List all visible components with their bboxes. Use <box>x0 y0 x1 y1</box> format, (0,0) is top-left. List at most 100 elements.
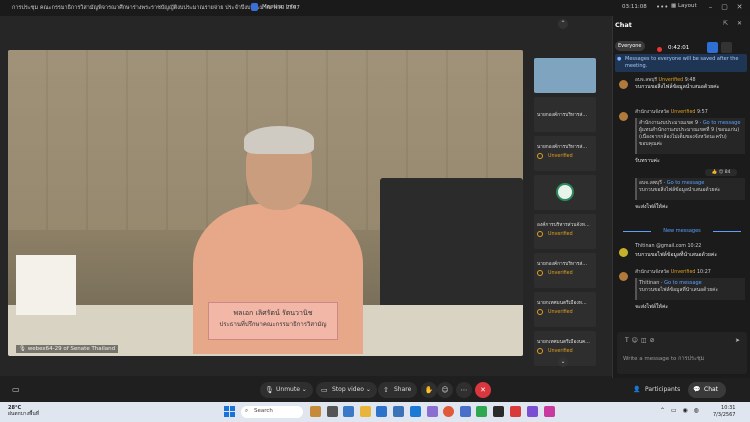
taskbar-search[interactable]: ⌕ Search <box>241 406 303 418</box>
more-options-icon[interactable]: ⋯ <box>456 382 472 398</box>
reaction-bar[interactable]: 👍 😊 84 <box>705 169 737 176</box>
folder-icon[interactable] <box>360 406 371 417</box>
unverified-icon <box>537 309 543 315</box>
camera-icon: ▭ <box>321 386 328 394</box>
stop-video-label: Stop video <box>332 386 364 393</box>
close-icon[interactable]: ✕ <box>734 2 745 13</box>
share-icon: ⇧ <box>383 386 389 394</box>
dots-icon[interactable]: ••• <box>656 2 668 13</box>
everyone-badge[interactable]: Everyone <box>615 41 645 51</box>
tile-participant-2[interactable]: นายกองค์การบริหารส่… Unverified <box>534 136 596 171</box>
minimize-icon[interactable]: – <box>705 2 716 13</box>
go-to-message-link[interactable]: Go to message <box>664 280 702 286</box>
app-icon[interactable] <box>343 406 354 417</box>
recording-time: 0:42:01 <box>668 45 690 51</box>
chrome-icon[interactable] <box>443 406 454 417</box>
meeting-controls: ▭ 🎙 Unmute ⌄ ▭ Stop video ⌄ ⇧ Share ✋ ☺ ⋯ ✕… <box>0 378 750 402</box>
end-call-icon[interactable]: ✕ <box>475 382 491 398</box>
avatar <box>619 248 628 257</box>
new-messages-divider: New messages <box>623 228 741 234</box>
tile-status: Unverified <box>548 271 573 276</box>
scroll-down-icon[interactable]: ⌄ <box>558 357 568 367</box>
video-stage: พลเอก เลิศรัตน์ รัตนวานิช ประธานที่ปรึกษ… <box>0 16 612 376</box>
sender-status: Unverified <box>670 110 696 115</box>
unmute-button[interactable]: 🎙 Unmute ⌄ <box>260 382 313 398</box>
scroll-up-icon[interactable]: ⌃ <box>558 19 568 29</box>
participants-button[interactable]: 👤 Participants <box>633 382 680 398</box>
composer-toolbar[interactable]: T☺◫⊘ <box>625 337 658 344</box>
active-speaker-video[interactable]: พลเอก เลิศรัตน์ รัตนวานิช ประธานที่ปรึกษ… <box>8 50 523 356</box>
recording-mic-icon[interactable] <box>721 42 732 53</box>
app-icon[interactable] <box>460 406 471 417</box>
go-to-message-link[interactable]: Go to message <box>703 120 741 126</box>
unverified-icon <box>537 348 543 354</box>
share-label: Share <box>394 386 412 393</box>
app-icon[interactable] <box>376 406 387 417</box>
maximize-icon[interactable]: ▢ <box>719 2 730 13</box>
dropbox-icon[interactable] <box>410 406 421 417</box>
app-icon[interactable] <box>544 406 555 417</box>
taskbar-clock[interactable]: 10:31 7/3/2567 <box>713 405 735 418</box>
nameplate-line1: พลเอก เลิศรัตน์ รัตนวานิช <box>233 309 313 317</box>
line-icon[interactable] <box>476 406 487 417</box>
chat-header: Chat ⇱ ✕ <box>613 16 750 34</box>
app-icon[interactable] <box>327 406 338 417</box>
app-icon[interactable] <box>527 406 538 417</box>
video-label: 🎙 webex64-29 of Senate Thailand <box>16 345 119 353</box>
chat-messages: อบจ.ลพบุรี Unverified 9:48 รบกวนขอสิ่งไฟ… <box>613 74 750 344</box>
reactions-icon[interactable]: ☺ <box>437 382 453 398</box>
webex-icon[interactable] <box>493 406 504 417</box>
tile-name: นายกองค์การบริหารส่… <box>537 262 588 267</box>
tile-participant-6[interactable]: นายกเทศมนตรีเมืองห… Unverified <box>534 292 596 327</box>
chat-title: Chat <box>615 21 632 29</box>
taskview-icon[interactable] <box>310 406 321 417</box>
weather-text: ฝนตกบางพื้นที่ <box>8 411 40 417</box>
avatar <box>619 112 628 121</box>
share-button[interactable]: ⇧ Share <box>378 382 418 398</box>
captions-icon[interactable]: ▭ <box>12 385 20 394</box>
tile-participant-5[interactable]: นายกองค์การบริหารส่… Unverified <box>534 253 596 288</box>
save-notice: ● Messages to everyone will be saved aft… <box>615 54 747 72</box>
recording-stop-button[interactable] <box>707 42 718 53</box>
go-to-message-link[interactable]: Go to message <box>667 180 705 186</box>
chat-icon: 💬 <box>693 386 701 393</box>
windows-start-icon[interactable] <box>224 406 235 417</box>
sender-name: สำนักงานจังหวัด <box>635 270 670 275</box>
layout-button[interactable]: ▦ Layout <box>671 3 697 9</box>
chat-composer: T☺◫⊘ ➤ <box>617 332 747 374</box>
stop-video-button[interactable]: ▭ Stop video ⌄ <box>316 382 377 398</box>
sender-status: Unverified <box>658 78 684 83</box>
chat-input[interactable] <box>619 352 745 366</box>
quote-header: สำนักงานงบประมาณเขต 9 · Go to message <box>639 120 741 126</box>
quoted-message: สำนักงานงบประมาณเขต 9 · Go to message ผู… <box>635 118 745 154</box>
sender-status: Unverified <box>670 270 696 275</box>
popout-icon[interactable]: ⇱ <box>723 20 728 27</box>
message-sender: สำนักงานจังหวัด Unverified 9:57 <box>635 108 708 116</box>
system-tray[interactable]: ⌃ ▭ ◉ ◍ <box>660 407 701 414</box>
tile-name: นายกองค์การบริหารส่… <box>537 113 588 118</box>
message-time: 9:48 <box>684 78 696 83</box>
quote-header: Thitinan · Go to message <box>639 280 702 286</box>
message-sender: อบจ.ลพบุรี Unverified 9:48 <box>635 76 696 84</box>
message-body: จะส่งไฟล์ให้ค่ะ <box>635 304 669 310</box>
send-icon[interactable]: ➤ <box>735 337 740 344</box>
app-icon[interactable] <box>393 406 404 417</box>
app-icon[interactable] <box>427 406 438 417</box>
quote-header: อบจ.ลพบุรี · Go to message <box>639 180 705 186</box>
raise-hand-icon[interactable]: ✋ <box>421 382 437 398</box>
tile-thumbnail[interactable] <box>534 58 596 93</box>
tile-participant-4[interactable]: องค์การบริหารส่วนจังห… Unverified <box>534 214 596 249</box>
app-icon[interactable] <box>510 406 521 417</box>
meeting-info-link[interactable]: Meeting info <box>262 4 296 10</box>
chat-button[interactable]: 💬 Chat <box>688 382 727 398</box>
tile-name: นายกเทศมนตรีเมืองนค… <box>537 340 590 345</box>
tile-participant-1[interactable]: นายกองค์การบริหารส่… <box>534 97 596 132</box>
nameplate-line2: ประธานที่ปรึกษาคณะกรรมาธิการวิสามัญ <box>219 321 327 328</box>
mic-off-icon: 🎙 <box>265 386 274 394</box>
meeting-clock: 03:11:08 <box>622 4 647 10</box>
chat-close-icon[interactable]: ✕ <box>737 20 742 27</box>
weather-widget[interactable]: 28°C ฝนตกบางพื้นที่ <box>8 405 39 417</box>
tile-status: Unverified <box>548 154 573 159</box>
tile-status: Unverified <box>548 349 573 354</box>
tile-logo[interactable] <box>534 175 596 210</box>
